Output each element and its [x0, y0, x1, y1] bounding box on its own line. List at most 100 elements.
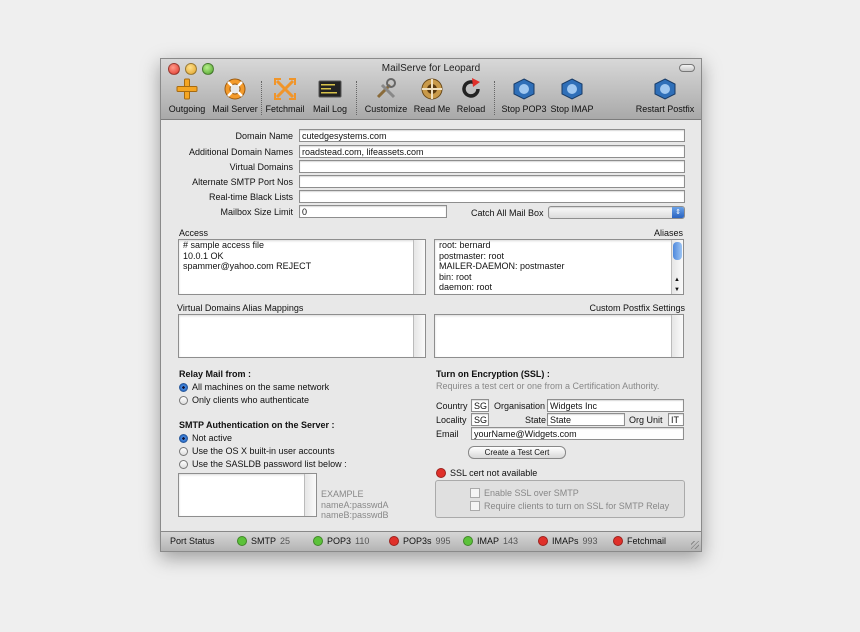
- toolbar-mail-log-button[interactable]: Mail Log: [304, 77, 356, 114]
- port-status-label: Port Status: [170, 536, 215, 546]
- access-line: # sample access file: [183, 240, 265, 250]
- title-bar: MailServe for Leopard Outgoing Mail Serv…: [161, 59, 701, 120]
- radio-selected-icon: [179, 433, 188, 443]
- port-status-pop3s: POP3s 995: [389, 536, 451, 546]
- checkbox-icon: [470, 501, 480, 511]
- help-icon: [421, 78, 443, 100]
- virtual-domains-field[interactable]: [299, 160, 685, 173]
- aliases-scrollbar[interactable]: ▲ ▼: [671, 240, 683, 294]
- state-label: State: [525, 415, 547, 425]
- arrows-icon: [274, 78, 296, 100]
- alt-smtp-ports-field[interactable]: [299, 175, 685, 188]
- custom-postfix-textarea[interactable]: [434, 314, 684, 358]
- tools-icon: [376, 78, 396, 99]
- access-line: 10.0.1 OK: [183, 250, 224, 261]
- stop-pop3-icon: [513, 78, 535, 100]
- ssl-status: SSL cert not available: [436, 468, 537, 478]
- enable-ssl-smtp-checkbox[interactable]: Enable SSL over SMTP: [470, 488, 579, 498]
- domain-name-field[interactable]: cutedgesystems.com: [299, 129, 685, 142]
- restart-postfix-icon: [654, 78, 676, 100]
- toolbar-reload-button[interactable]: Reload: [445, 77, 497, 114]
- window-title: MailServe for Leopard: [381, 63, 481, 74]
- virtual-alias-scrollbar[interactable]: [413, 315, 425, 357]
- additional-domains-label: Additional Domain Names: [188, 147, 293, 157]
- blacklists-field[interactable]: [299, 190, 685, 203]
- additional-domains-field[interactable]: roadstead.com, lifeassets.com: [299, 145, 685, 158]
- country-field[interactable]: SG: [471, 399, 489, 412]
- organisation-field[interactable]: Widgets Inc: [547, 399, 684, 412]
- virtual-alias-title: Virtual Domains Alias Mappings: [177, 303, 304, 313]
- radio-icon: [179, 446, 188, 456]
- ssl-subtitle: Requires a test cert or one from a Certi…: [436, 381, 660, 391]
- plus-icon: [176, 78, 198, 100]
- status-light-icon: [313, 536, 323, 546]
- relay-option-authenticate[interactable]: Only clients who authenticate: [179, 395, 309, 405]
- resize-grip-icon[interactable]: [691, 541, 699, 549]
- state-field[interactable]: State: [547, 413, 625, 426]
- toolbar-outgoing-button[interactable]: Outgoing: [161, 77, 213, 114]
- relay-title: Relay Mail from :: [179, 369, 252, 379]
- alias-line: bin: root: [439, 271, 472, 282]
- toolbar-mail-server-button[interactable]: Mail Server: [209, 77, 261, 114]
- locality-label: Locality: [436, 415, 467, 425]
- toolbar-stop-imap-button[interactable]: Stop IMAP: [546, 77, 598, 114]
- toolbar-stop-pop3-button[interactable]: Stop POP3: [498, 77, 550, 114]
- radio-selected-icon: [179, 382, 188, 392]
- toolbar-customize-button[interactable]: Customize: [360, 77, 412, 114]
- org-unit-label: Org Unit: [629, 415, 663, 425]
- status-light-icon: [389, 536, 399, 546]
- alt-smtp-ports-label: Alternate SMTP Port Nos: [192, 177, 293, 187]
- organisation-label: Organisation: [494, 401, 546, 411]
- toolbar-restart-postfix-button[interactable]: Restart Postfix: [633, 77, 697, 114]
- virtual-alias-textarea[interactable]: [178, 314, 426, 358]
- sasldb-textarea[interactable]: [178, 473, 317, 517]
- mailbox-limit-field[interactable]: 0: [299, 205, 447, 218]
- select-arrows-icon: ⇕: [672, 207, 684, 218]
- port-status-smtp: SMTP 25: [237, 536, 290, 546]
- status-bar: Port Status SMTP 25 POP3 110 POP3s 995 IMAP…: [161, 531, 701, 551]
- smtp-auth-option-sasldb[interactable]: Use the SASLDB password list below :: [179, 459, 347, 469]
- org-unit-field[interactable]: IT: [668, 413, 684, 426]
- access-textarea[interactable]: # sample access file 10.0.1 OK spammer@y…: [178, 239, 426, 295]
- scroll-down-icon[interactable]: ▼: [674, 287, 680, 293]
- port-status-fetchmail: Fetchmail: [613, 536, 666, 546]
- access-title: Access: [179, 228, 209, 238]
- alias-line: root: bernard: [439, 240, 491, 250]
- alias-line: daemon: root: [439, 282, 493, 292]
- custom-postfix-scrollbar[interactable]: [671, 315, 683, 357]
- scroll-up-icon[interactable]: ▲: [674, 277, 680, 283]
- toolbar-toggle-button[interactable]: [679, 64, 695, 72]
- smtp-auth-option-osx-accounts[interactable]: Use the OS X built-in user accounts: [179, 446, 335, 456]
- create-test-cert-button[interactable]: Create a Test Cert: [468, 446, 566, 459]
- relay-option-network[interactable]: All machines on the same network: [179, 382, 329, 392]
- smtp-auth-option-not-active[interactable]: Not active: [179, 433, 232, 443]
- aliases-textarea[interactable]: root: bernard postmaster: root MAILER-DA…: [434, 239, 684, 295]
- locality-field[interactable]: SG: [471, 413, 489, 426]
- require-ssl-relay-checkbox[interactable]: Require clients to turn on SSL for SMTP …: [470, 501, 669, 511]
- alias-line: MAILER-DAEMON: postmaster: [439, 261, 565, 271]
- email-field[interactable]: yourName@Widgets.com: [471, 427, 684, 440]
- port-status-imap: IMAP 143: [463, 536, 518, 546]
- stop-imap-icon: [561, 78, 583, 100]
- port-status-pop3: POP3 110: [313, 536, 369, 546]
- access-scrollbar[interactable]: [413, 240, 425, 294]
- aliases-title: Aliases: [653, 228, 683, 238]
- ssl-options-group: Enable SSL over SMTP Require clients to …: [435, 480, 685, 518]
- status-light-icon: [613, 536, 623, 546]
- domain-name-label: Domain Name: [235, 131, 293, 141]
- sasldb-scrollbar[interactable]: [304, 474, 316, 516]
- alias-line: postmaster: root: [439, 250, 505, 261]
- catch-all-select[interactable]: ⇕: [548, 206, 685, 219]
- email-label: Email: [436, 429, 459, 439]
- sasldb-example: EXAMPLE nameA:passwdA nameB:passwdB: [321, 489, 389, 520]
- blacklists-label: Real-time Black Lists: [208, 192, 293, 202]
- smtp-auth-title: SMTP Authentication on the Server :: [179, 420, 335, 430]
- virtual-domains-label: Virtual Domains: [229, 162, 293, 172]
- toolbar-separator: [494, 81, 495, 115]
- radio-icon: [179, 395, 188, 405]
- custom-postfix-title: Custom Postfix Settings: [589, 303, 685, 313]
- console-icon: [318, 80, 342, 98]
- status-light-icon: [538, 536, 548, 546]
- scroll-thumb[interactable]: [673, 242, 682, 260]
- country-label: Country: [436, 401, 468, 411]
